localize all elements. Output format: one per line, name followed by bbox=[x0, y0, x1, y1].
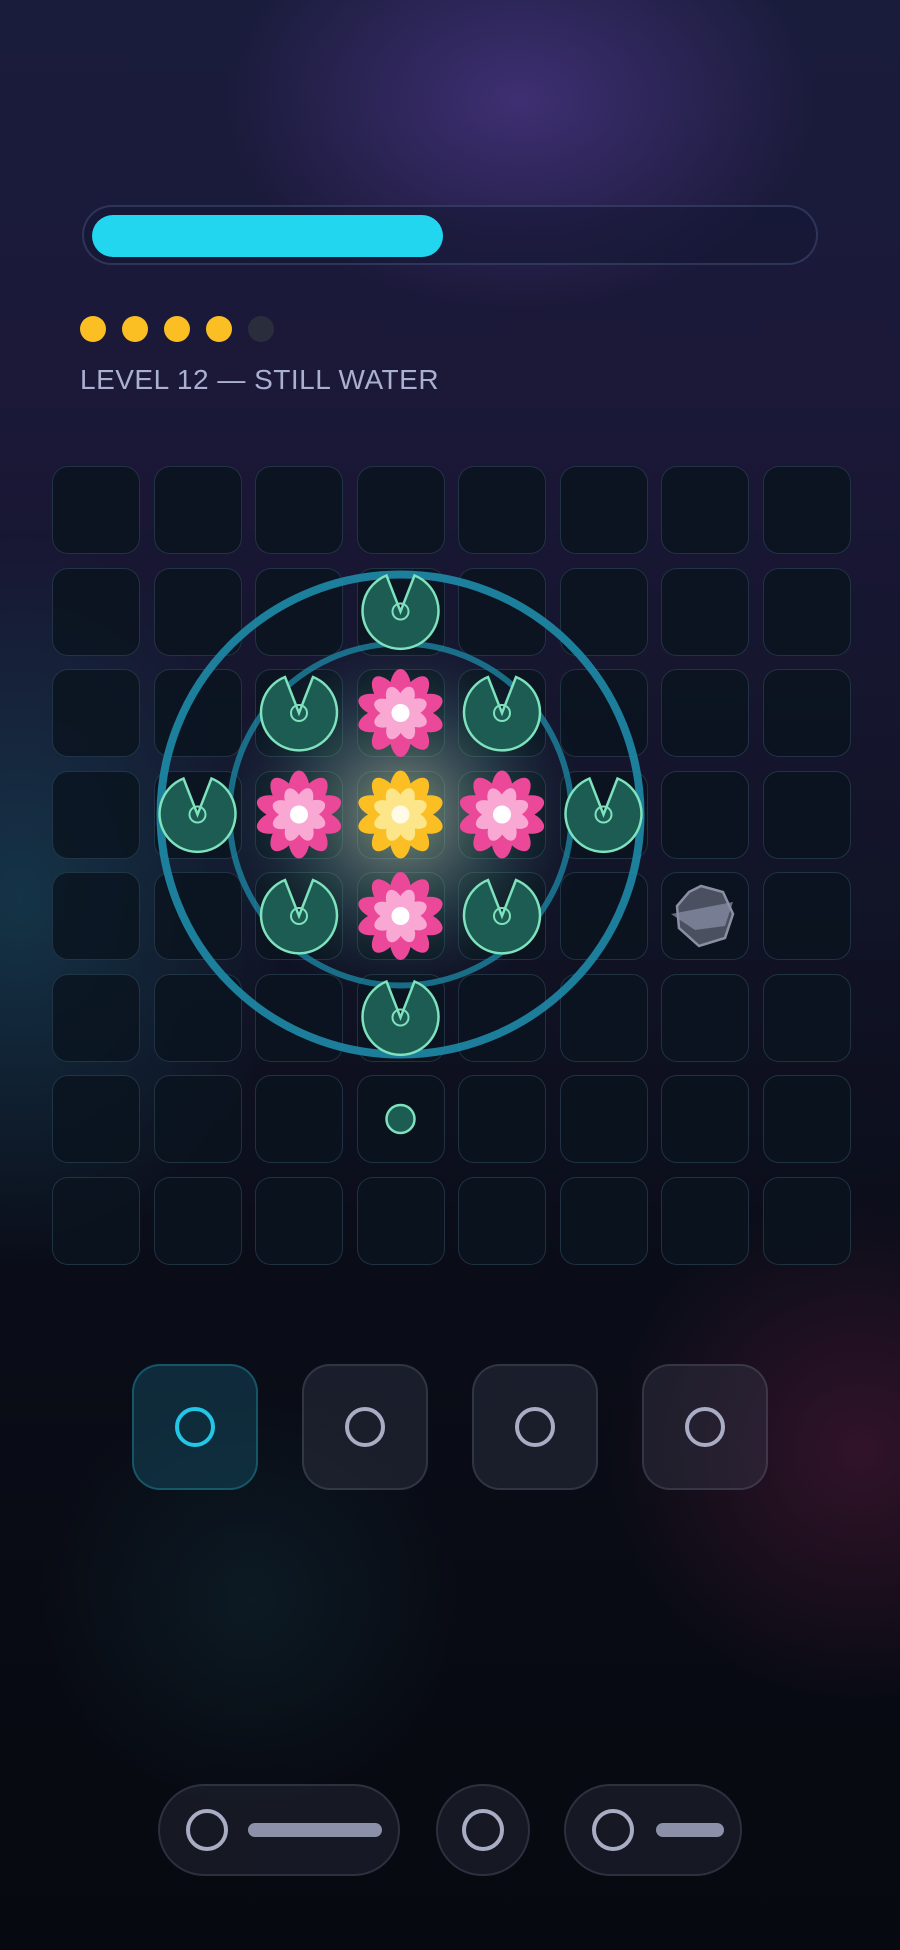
tool-tray bbox=[132, 1364, 768, 1490]
game-board[interactable] bbox=[52, 466, 851, 1265]
board-overlay bbox=[156, 570, 735, 1135]
level-title: LEVEL 12 — STILL WATER bbox=[80, 364, 440, 395]
ring-icon bbox=[175, 1407, 215, 1447]
bottom-pill-left-bar bbox=[248, 1823, 382, 1837]
ring-icon bbox=[186, 1809, 228, 1851]
level-progress-bar bbox=[82, 205, 818, 265]
bottom-pill-right[interactable] bbox=[564, 1784, 742, 1876]
star-empty-icon bbox=[248, 316, 274, 342]
star-filled-icon bbox=[122, 316, 148, 342]
star-filled-icon bbox=[206, 316, 232, 342]
game-screen: { "level": { "title": "LEVEL 12 — STILL … bbox=[0, 0, 900, 1950]
seed-icon bbox=[385, 1103, 416, 1135]
tool-button-2[interactable] bbox=[302, 1364, 428, 1490]
ring-icon bbox=[345, 1407, 385, 1447]
tool-button-4[interactable] bbox=[642, 1364, 768, 1490]
ring-icon bbox=[592, 1809, 634, 1851]
tool-button-1[interactable] bbox=[132, 1364, 258, 1490]
bottom-pill-left[interactable] bbox=[158, 1784, 400, 1876]
star-filled-icon bbox=[80, 316, 106, 342]
star-rating bbox=[80, 316, 274, 342]
bottom-pill-right-bar bbox=[656, 1823, 724, 1837]
ring-icon bbox=[462, 1809, 504, 1851]
tool-button-3[interactable] bbox=[472, 1364, 598, 1490]
bottom-pill-center[interactable] bbox=[436, 1784, 530, 1876]
lily-pad-icon bbox=[361, 573, 440, 650]
lily-pad-icon bbox=[564, 776, 643, 853]
star-filled-icon bbox=[164, 316, 190, 342]
ring-icon bbox=[515, 1407, 555, 1447]
ring-icon bbox=[685, 1407, 725, 1447]
lily-pad-icon bbox=[158, 776, 237, 853]
level-progress-fill bbox=[92, 215, 443, 257]
rock-icon bbox=[671, 884, 735, 948]
